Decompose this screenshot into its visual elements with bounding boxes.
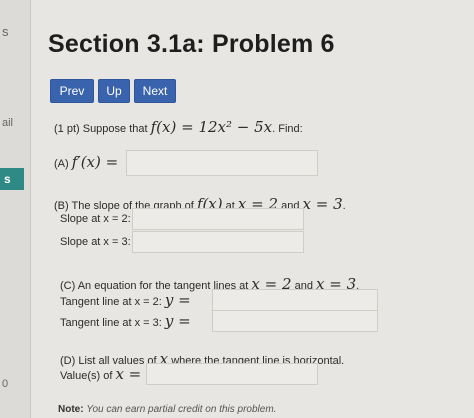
tangent-x3-text: Tangent line at x = 3: [60, 317, 162, 329]
page-title: Section 3.1a: Problem 6 [48, 30, 335, 58]
problem-page: Section 3.1a: Problem 6 Prev Up Next (1 … [30, 0, 474, 418]
note-label: Note: [58, 404, 84, 415]
part-a-tag: (A) [54, 158, 69, 170]
tangent-x2-label: Tangent line at x = 2: y = [60, 291, 191, 309]
values-x: x = [115, 365, 142, 383]
problem-intro: (1 pt) Suppose that f(x) = 12x² − 5x. Fi… [54, 118, 303, 136]
part-a-label: (A) f′(x) = [54, 153, 118, 171]
tangent-x3-y: y = [164, 312, 191, 330]
part-b-x3: x = 3 [302, 195, 343, 213]
tangent-x2-y: y = [164, 291, 191, 309]
part-b-period: . [342, 200, 346, 212]
values-label: Value(s) of x = [60, 365, 141, 383]
sidebar-fragment-text: 0 [2, 378, 9, 390]
values-text: Value(s) of [60, 370, 113, 382]
tangent-x3-input[interactable] [212, 310, 378, 332]
slope-x2-label: Slope at x = 2: [60, 213, 131, 225]
slope-x2-input[interactable] [132, 208, 304, 230]
intro-suffix: . Find: [272, 123, 303, 135]
tangent-x3-label: Tangent line at x = 3: y = [60, 312, 191, 330]
sidebar-fragment-text[interactable]: ail [2, 117, 13, 129]
slope-x3-input[interactable] [132, 231, 304, 253]
slope-x3-label: Slope at x = 3: [60, 236, 131, 248]
sidebar-fragment-badge[interactable]: s [0, 168, 24, 190]
intro-prefix: (1 pt) Suppose that [54, 123, 148, 135]
next-button[interactable]: Next [134, 79, 176, 103]
prev-button[interactable]: Prev [50, 79, 94, 103]
part-a-expression: f′(x) = [71, 153, 119, 171]
function-expression: f(x) = 12x² − 5x [150, 118, 273, 136]
derivative-answer-input[interactable] [126, 150, 318, 176]
up-button[interactable]: Up [98, 79, 130, 103]
tangent-x2-text: Tangent line at x = 2: [60, 296, 162, 308]
note-text: You can earn partial credit on this prob… [86, 404, 277, 415]
tangent-x2-input[interactable] [212, 289, 378, 311]
partial-credit-note: Note: You can earn partial credit on thi… [58, 404, 276, 415]
sidebar-fragment-text: s [2, 24, 9, 39]
values-input[interactable] [146, 363, 318, 385]
left-sidebar-strip: s ail s 0 [0, 0, 31, 418]
